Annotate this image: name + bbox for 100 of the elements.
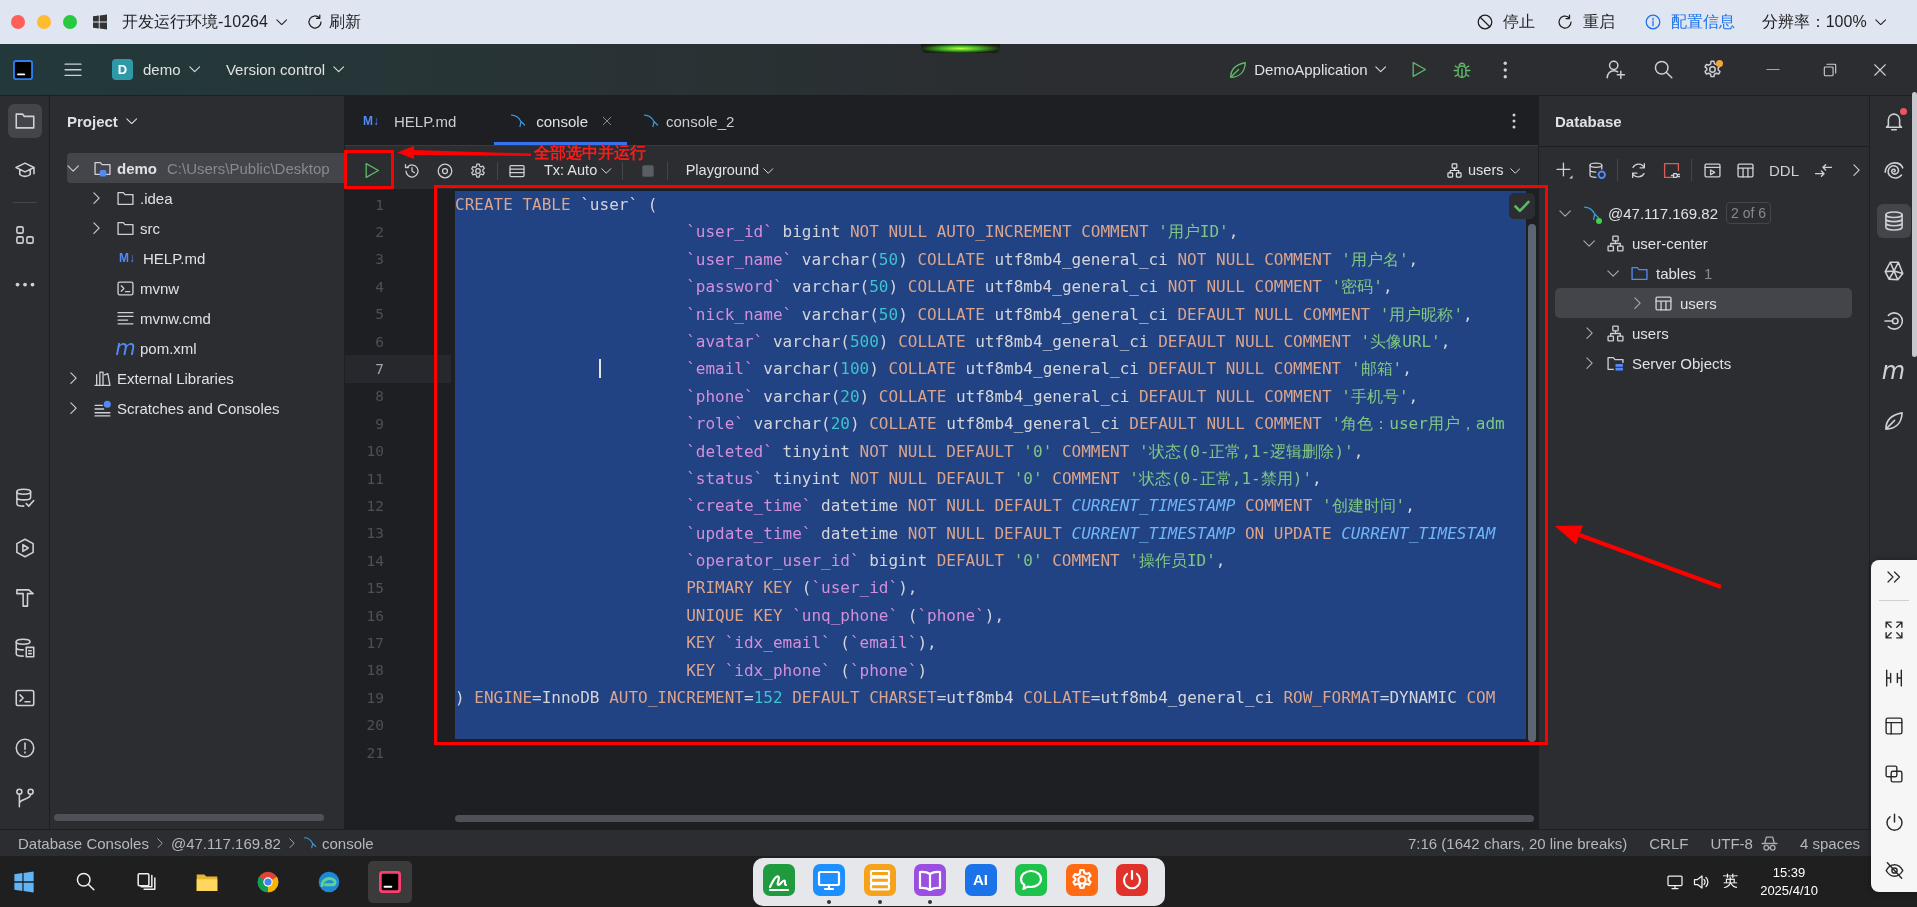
- tree-item[interactable]: mvnw.cmd: [67, 303, 344, 333]
- app-logo-icon: [13, 59, 33, 80]
- info-button[interactable]: 配置信息: [1644, 11, 1735, 33]
- tree-item[interactable]: mvnw: [67, 273, 344, 303]
- page-scrollbar[interactable]: [1912, 92, 1917, 357]
- transaction-dropdown[interactable]: Tx: Auto: [538, 162, 618, 179]
- gear-app-icon[interactable]: [1065, 863, 1098, 896]
- annotation-note: 全部选中并运行: [534, 145, 646, 160]
- tree-item[interactable]: M↓ HELP.md: [67, 243, 344, 273]
- breadcrumb[interactable]: @47.117.169.82: [170, 834, 281, 852]
- tree-item[interactable]: users: [1555, 318, 1852, 348]
- tree-item[interactable]: .idea: [67, 183, 344, 213]
- pen-app-icon[interactable]: [762, 863, 795, 896]
- tool-window-button[interactable]: [7, 104, 42, 138]
- refresh-icon: [307, 14, 324, 30]
- browser-icon: [257, 870, 279, 893]
- environment-dropdown[interactable]: 开发运行环境-10264: [122, 11, 288, 33]
- ide-logo-icon: [379, 870, 401, 893]
- layout-icon: [1885, 717, 1903, 735]
- database-check-icon: [14, 488, 35, 508]
- tree-item[interactable]: Scratches and Consoles: [67, 393, 344, 423]
- tree-item[interactable]: tables 1: [1555, 258, 1852, 288]
- pinwheel-icon: [1883, 261, 1904, 281]
- file-encoding[interactable]: UTF-8: [1710, 834, 1753, 852]
- tree-item[interactable]: External Libraries: [67, 363, 344, 393]
- tree-item[interactable]: Server Objects: [1555, 348, 1852, 378]
- tree-item[interactable]: @47.117.169.82 2 of 6: [1555, 198, 1852, 228]
- vertical-scrollbar[interactable]: [1528, 224, 1536, 742]
- sync-icon: [1629, 161, 1647, 179]
- input-method-indicator[interactable]: 英: [1723, 872, 1739, 891]
- monitor-app-icon[interactable]: [813, 863, 845, 896]
- chevron-down-icon: [1509, 167, 1520, 174]
- run-configuration-dropdown[interactable]: DemoApplication: [1223, 54, 1392, 85]
- windows-logo-icon: [13, 870, 35, 893]
- speaker-icon: [1693, 873, 1710, 890]
- database-ring-icon: [1588, 161, 1606, 179]
- resolution-dropdown[interactable]: 分辨率：100%: [1761, 11, 1886, 33]
- tree-item[interactable]: src: [67, 213, 344, 243]
- branch-icon: [14, 788, 35, 808]
- chevron-down-icon: [1874, 18, 1886, 26]
- hammer-icon: [14, 588, 35, 608]
- chevron-down-icon: [763, 167, 774, 174]
- item-count: 1: [1704, 264, 1713, 282]
- refresh-button[interactable]: 刷新: [307, 11, 362, 33]
- graduation-cap-icon: [14, 160, 35, 180]
- ddl-button[interactable]: DDL: [1765, 157, 1803, 183]
- stop-button[interactable]: 停止: [1476, 11, 1535, 33]
- leaf-icon: [1229, 60, 1248, 79]
- line-number: 7: [375, 361, 384, 378]
- folder-icon: [14, 111, 35, 131]
- table-icon: [1655, 294, 1672, 312]
- console-window-icon: [1703, 161, 1721, 179]
- chevron-down-icon: [333, 66, 345, 73]
- indent-setting[interactable]: 4 spaces: [1799, 834, 1860, 852]
- folder-icon: [117, 219, 134, 237]
- tree-item[interactable]: user-center: [1555, 228, 1852, 258]
- breadcrumb[interactable]: console: [302, 834, 374, 852]
- hierarchy-icon: [1607, 324, 1624, 342]
- restart-button[interactable]: 重启: [1556, 11, 1615, 33]
- schema-dropdown[interactable]: users: [1441, 162, 1526, 179]
- taskbar-button[interactable]: [368, 860, 412, 903]
- hexagon-play-icon: [14, 538, 35, 558]
- tree-item[interactable]: demo C:\Users\Public\Desktop: [67, 153, 344, 183]
- clock-time: 15:39: [1772, 863, 1806, 882]
- vcs-dropdown[interactable]: Version control: [219, 54, 351, 85]
- tool-window-button[interactable]: m: [1876, 354, 1911, 388]
- stop-square-icon: [640, 163, 655, 178]
- editor-tab[interactable]: console: [494, 97, 627, 145]
- line-separator[interactable]: CRLF: [1649, 834, 1689, 852]
- tree-item[interactable]: m pom.xml: [67, 333, 344, 363]
- module-folder-icon: [94, 159, 111, 177]
- horizontal-scrollbar[interactable]: [54, 814, 324, 821]
- double-circle-icon: [437, 162, 453, 179]
- caret-position[interactable]: 7:16 (1642 chars, 20 line breaks): [1408, 834, 1628, 852]
- squares-icon: [14, 225, 35, 245]
- settings-icon: [470, 162, 486, 179]
- close-icon[interactable]: [601, 116, 612, 126]
- panel-title-dropdown[interactable]: Project: [67, 112, 138, 130]
- mode-dropdown[interactable]: Playground: [679, 162, 780, 179]
- tree-item[interactable]: users: [1555, 288, 1852, 318]
- horizontal-scrollbar[interactable]: [455, 815, 1534, 822]
- database-icon: [1883, 211, 1904, 231]
- power-app-icon[interactable]: [1116, 863, 1148, 896]
- menu-icon: [64, 62, 82, 77]
- spiral-icon: [1883, 161, 1904, 181]
- folder-icon: [1631, 264, 1648, 282]
- breadcrumb[interactable]: Database Consoles: [18, 834, 149, 852]
- database-table-icon: [14, 638, 35, 658]
- chevron-down-icon: [601, 167, 612, 174]
- chevron-down-icon: [275, 18, 288, 26]
- current-project-switcher[interactable]: demo: [137, 54, 206, 85]
- book-app-icon[interactable]: [914, 863, 946, 896]
- app-icon[interactable]: AI: [964, 863, 997, 896]
- tool-window-button[interactable]: [1876, 204, 1911, 238]
- text-lines-icon: [117, 309, 134, 327]
- stop-icon: [1476, 14, 1493, 30]
- editor-tab[interactable]: console_2: [626, 97, 773, 145]
- wave-logo-icon: [318, 870, 340, 893]
- editor-tab[interactable]: M↓ HELP.md: [345, 97, 495, 145]
- panel-title: Database: [1555, 112, 1622, 130]
